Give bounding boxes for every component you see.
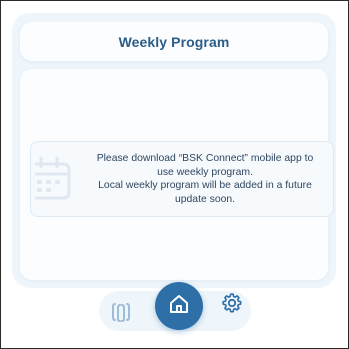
home-icon: [168, 293, 190, 320]
radiator-button[interactable]: [108, 301, 134, 327]
info-notice: Please download “BSK Connect” mobile app…: [27, 141, 334, 217]
home-button[interactable]: [155, 282, 203, 330]
notice-line: use weekly program.: [157, 166, 253, 178]
notice-line: update soon.: [174, 193, 236, 205]
weekly-program-panel: Weekly Program Please download “BSK Conn…: [12, 13, 336, 288]
page-title: Weekly Program: [118, 33, 230, 50]
content-area: Please download “BSK Connect” mobile app…: [20, 69, 334, 280]
gear-icon: [222, 292, 242, 318]
settings-button[interactable]: [219, 292, 245, 318]
notice-line: Please download “BSK Connect” mobile app…: [96, 153, 314, 164]
notice-message: Please download “BSK Connect” mobile app…: [85, 152, 325, 206]
radiator-icon: [111, 301, 131, 328]
calendar-icon: [27, 152, 83, 204]
title-bar: Weekly Program: [20, 22, 328, 61]
notice-line: Local weekly program will be added in a …: [98, 180, 312, 191]
app-frame: Weekly Program Please download “BSK Conn…: [0, 0, 349, 349]
